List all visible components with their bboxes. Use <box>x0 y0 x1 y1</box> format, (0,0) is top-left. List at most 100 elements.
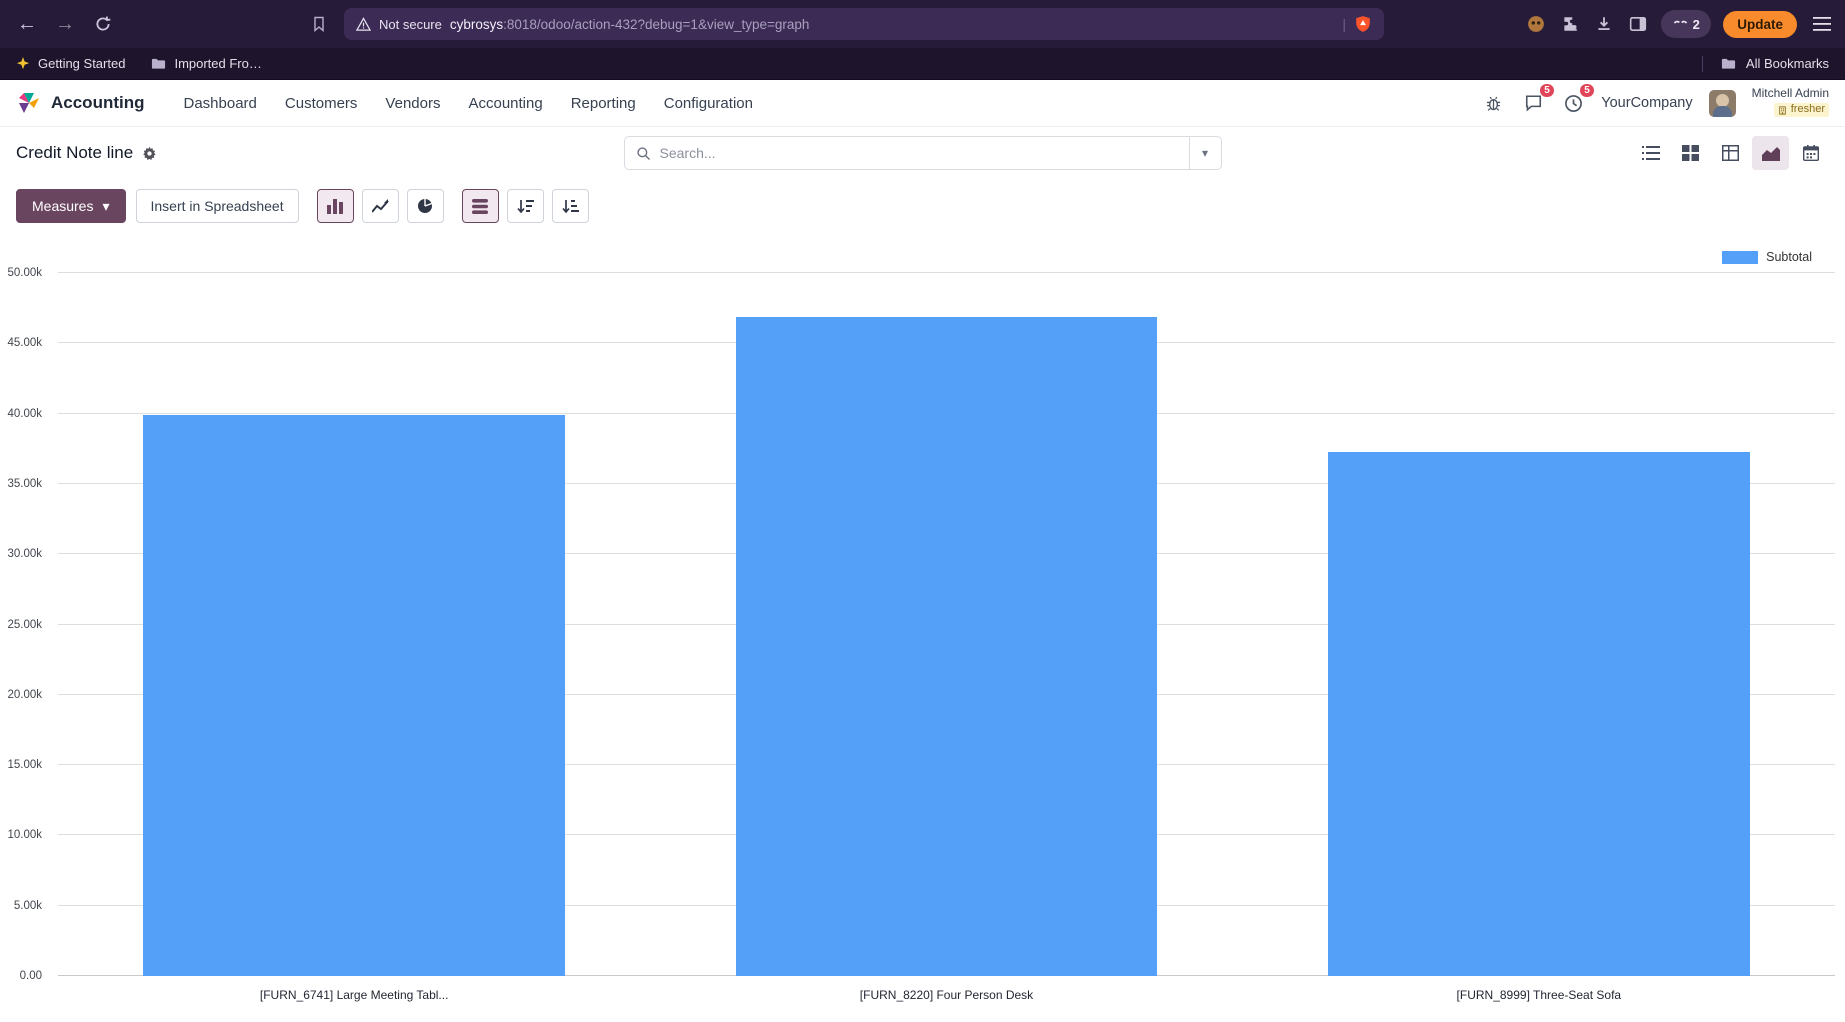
omnibox-divider: | <box>1342 16 1346 32</box>
extensions-button[interactable] <box>1559 13 1581 35</box>
x-tick-label: [FURN_8999] Three-Seat Sofa <box>1243 988 1835 1002</box>
user-avatar[interactable] <box>1709 90 1736 117</box>
header-right-cluster: 5 5 YourCompany Mitchell Admin fresher <box>1481 86 1829 121</box>
apps-logo-icon[interactable] <box>16 90 42 116</box>
list-view-icon <box>1642 145 1660 161</box>
bookmark-item-imported[interactable]: Imported Fro… <box>151 56 261 71</box>
insert-in-spreadsheet-button[interactable]: Insert in Spreadsheet <box>136 189 299 223</box>
profile-button[interactable]: 2 <box>1661 10 1711 38</box>
y-tick-label: 50.00k <box>7 267 42 279</box>
measures-button[interactable]: Measures ▾ <box>16 189 126 223</box>
update-button[interactable]: Update <box>1723 11 1797 38</box>
url-path: :8018/odoo/action-432?debug=1&view_type=… <box>503 17 809 32</box>
stacked-toggle-button[interactable] <box>462 189 499 223</box>
puzzle-icon <box>1561 15 1579 33</box>
menu-reporting[interactable]: Reporting <box>558 88 649 119</box>
debug-button[interactable] <box>1481 91 1505 115</box>
search-main <box>625 137 1189 169</box>
brave-shield-icon[interactable] <box>1354 15 1372 33</box>
view-calendar-button[interactable] <box>1792 136 1829 170</box>
legend-swatch <box>1722 251 1758 264</box>
bookmarks-divider <box>1702 56 1703 72</box>
x-tick-label: [FURN_8220] Four Person Desk <box>650 988 1242 1002</box>
downloads-button[interactable] <box>1593 13 1615 35</box>
bookmark-item-getting-started[interactable]: Getting Started <box>16 56 125 71</box>
y-tick-label: 25.00k <box>7 619 42 631</box>
app-name[interactable]: Accounting <box>51 93 145 113</box>
search-dropdown-toggle[interactable]: ▾ <box>1189 137 1221 169</box>
reload-button[interactable] <box>86 7 120 41</box>
folder-icon <box>151 57 166 70</box>
view-list-button[interactable] <box>1632 136 1669 170</box>
sidebar-button[interactable] <box>1627 13 1649 35</box>
extension-icon[interactable] <box>1525 13 1547 35</box>
sort-descending-button[interactable] <box>552 189 589 223</box>
y-tick-label: 20.00k <box>7 689 42 701</box>
menu-configuration[interactable]: Configuration <box>651 88 766 119</box>
y-tick-label: 30.00k <box>7 548 42 560</box>
action-menu-button[interactable] <box>142 146 157 161</box>
pivot-view-icon <box>1722 145 1739 161</box>
legend-label: Subtotal <box>1766 250 1812 264</box>
all-bookmarks-button[interactable]: All Bookmarks <box>1702 56 1829 72</box>
y-tick-label: 40.00k <box>7 408 42 420</box>
extension-mascot-icon <box>1527 15 1545 33</box>
view-kanban-button[interactable] <box>1672 136 1709 170</box>
graph-options-group <box>462 189 589 223</box>
y-tick-label: 15.00k <box>7 759 42 771</box>
pie-chart-icon <box>417 198 433 214</box>
user-menu[interactable]: Mitchell Admin fresher <box>1752 86 1829 121</box>
bookmark-page-button[interactable] <box>304 9 334 39</box>
search-icon <box>636 146 651 161</box>
profile-count: 2 <box>1693 17 1700 32</box>
search-input[interactable] <box>660 145 1178 161</box>
folder-icon <box>1721 57 1736 70</box>
menu-accounting[interactable]: Accounting <box>455 88 555 119</box>
bar-1[interactable] <box>736 317 1158 976</box>
forward-button[interactable]: → <box>48 7 82 41</box>
bookmarks-bar: Getting Started Imported Fro… All Bookma… <box>0 48 1845 80</box>
chart-legend[interactable]: Subtotal <box>1722 250 1812 264</box>
pie-chart-button[interactable] <box>407 189 444 223</box>
y-tick-label: 45.00k <box>7 337 42 349</box>
back-button[interactable]: ← <box>10 7 44 41</box>
sort-ascending-button[interactable] <box>507 189 544 223</box>
bar-chart-icon <box>327 199 343 214</box>
gridline <box>58 272 1835 273</box>
bug-icon <box>1485 95 1502 112</box>
plot-area <box>58 273 1835 976</box>
view-pivot-button[interactable] <box>1712 136 1749 170</box>
browser-menu-button[interactable] <box>1809 11 1835 37</box>
breadcrumb: Credit Note line <box>16 143 157 163</box>
toolbar-right-cluster: 2 Update <box>1525 10 1835 38</box>
hamburger-icon <box>1813 17 1831 31</box>
bar-chart-button[interactable] <box>317 189 354 223</box>
bookmark-label: Getting Started <box>38 56 125 71</box>
app-header: Accounting Dashboard Customers Vendors A… <box>0 80 1845 127</box>
activities-button[interactable]: 5 <box>1561 91 1585 115</box>
bar-2[interactable] <box>1328 452 1750 976</box>
bookmark-label: Imported Fro… <box>174 56 261 71</box>
security-label[interactable]: Not secure <box>379 17 442 32</box>
caret-down-icon: ▾ <box>102 198 109 215</box>
menu-dashboard[interactable]: Dashboard <box>171 88 270 119</box>
url-text: cybrosys:8018/odoo/action-432?debug=1&vi… <box>450 17 1334 32</box>
messages-badge: 5 <box>1540 84 1555 97</box>
view-switcher <box>1632 136 1829 170</box>
profile-avatar-icon <box>1673 19 1688 30</box>
y-tick-label: 5.00k <box>14 900 42 912</box>
sidebar-icon <box>1629 15 1647 33</box>
user-name: Mitchell Admin <box>1752 86 1829 101</box>
bar-chart: Subtotal 0.005.00k10.00k15.00k20.00k25.0… <box>0 233 1845 1022</box>
view-graph-button[interactable] <box>1752 136 1789 170</box>
company-switcher[interactable]: YourCompany <box>1601 95 1692 111</box>
measures-label: Measures <box>32 198 93 214</box>
line-chart-button[interactable] <box>362 189 399 223</box>
menu-vendors[interactable]: Vendors <box>372 88 453 119</box>
menu-customers[interactable]: Customers <box>272 88 371 119</box>
url-bar[interactable]: Not secure cybrosys:8018/odoo/action-432… <box>344 8 1384 40</box>
bar-0[interactable] <box>143 415 565 976</box>
gear-icon <box>142 146 157 161</box>
messages-button[interactable]: 5 <box>1521 91 1545 115</box>
x-tick-label: [FURN_6741] Large Meeting Tabl... <box>58 988 650 1002</box>
